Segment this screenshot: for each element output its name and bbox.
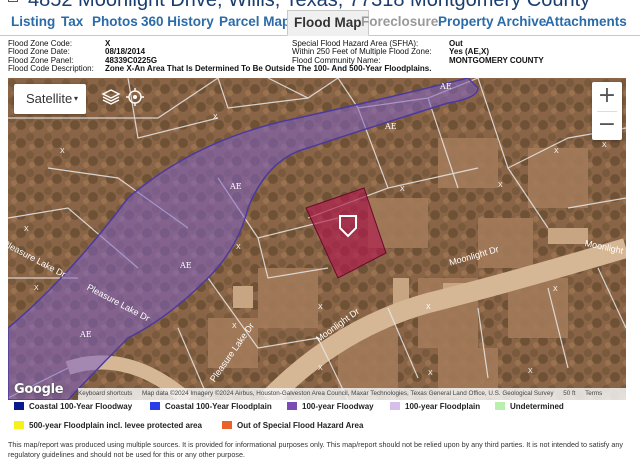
terms-link[interactable]: Terms [585,390,602,397]
legend-item: Out of Special Flood Hazard Area [222,421,363,433]
zone-label-x: X [236,244,241,251]
zone-label-ae: AE [440,82,452,91]
zone-label-x: X [24,226,29,233]
zone-label-x: X [34,285,39,292]
zone-label-x: X [428,370,433,377]
legend-swatch [150,402,160,410]
legend-swatch [14,402,24,410]
zone-label-x: X [528,368,533,375]
flood-legend: Coastal 100-Year Floodway Coastal 100-Ye… [0,402,640,434]
tab-property-archive[interactable]: Property Archive [438,10,546,36]
zoom-out-button[interactable]: − [592,111,622,140]
zone-label-x: X [554,148,559,155]
layers-icon[interactable] [100,86,122,108]
tab-photos[interactable]: Photos [92,10,138,36]
scale-label: 50 ft [563,390,576,397]
legend-item: Coastal 100-Year Floodway [14,402,132,414]
map-type-label: Satellite [26,91,73,106]
zone-label-x: X [318,365,323,372]
keyboard-shortcuts-link[interactable]: Keyboard shortcuts [78,390,132,397]
zoom-control: + − [592,82,622,140]
zone-label-ae: AE [180,261,192,270]
select-checkbox[interactable] [8,0,18,2]
zone-label-ae: AE [385,122,397,131]
code-description-value: Zone X-An Area That Is Determined To Be … [105,64,432,74]
zone-label-x: X [426,304,431,311]
zone-label-x: X [60,148,65,155]
page-header: 4852 Moonlight Drive, Willis, Texas, 773… [0,0,640,10]
community-value: MONTGOMERY COUNTY [449,55,544,65]
legend-swatch [390,402,400,410]
disclaimer-text: This map/report was produced using multi… [8,440,623,459]
google-logo: Google [14,382,64,397]
tab-flood-map[interactable]: Flood Map [287,10,369,36]
zone-label-x: X [232,323,237,330]
zone-label-ae: AE [80,330,92,339]
code-description-label: Flood Code Description: [8,64,94,74]
location-icon[interactable] [124,86,146,108]
legend-swatch [495,402,505,410]
tab-foreclosure[interactable]: Foreclosure [361,10,438,36]
map-type-selector[interactable]: Satellite ▾ [14,84,86,114]
flood-map[interactable]: AE AE AE AE AE X X X X X X X X X X X X X… [8,78,626,400]
legend-swatch [287,402,297,410]
legend-item: 100-year Floodplain [390,402,480,414]
legend-item: Undetermined [495,402,564,414]
caret-down-icon: ▾ [73,94,78,103]
zone-label-x: X [400,186,405,193]
tab-bar: Listing Tax Photos 360 History Parcel Ma… [0,10,640,36]
zone-label-x: X [213,114,218,121]
legend-swatch [222,421,232,429]
map-data-credit: Map data ©2024 Imagery ©2024 Airbus, Hou… [142,390,554,397]
tab-360-history[interactable]: 360 History [141,10,214,36]
satellite-imagery [8,78,626,400]
tab-parcel-map[interactable]: Parcel Map [219,10,290,36]
zone-label-x: X [553,286,558,293]
zone-label-x: X [602,142,607,149]
map-attribution: Keyboard shortcuts Map data ©2024 Imager… [78,388,626,400]
community-label: Flood Community Name: [292,55,381,65]
tab-tax[interactable]: Tax [61,10,83,36]
tab-attachments[interactable]: Attachments [545,10,627,36]
legend-item: Coastal 100-Year Floodplain [150,402,272,414]
legend-swatch [14,421,24,429]
zoom-in-button[interactable]: + [592,82,622,111]
page-title: 4852 Moonlight Drive, Willis, Texas, 773… [28,0,590,10]
tab-listing[interactable]: Listing [11,10,55,36]
zone-label-x: X [498,182,503,189]
legend-item: 100-year Floodway [287,402,374,414]
zone-label-x: X [318,304,323,311]
zone-label-ae: AE [230,182,242,191]
legend-item: 500-year Floodplain incl. levee protecte… [14,421,202,433]
